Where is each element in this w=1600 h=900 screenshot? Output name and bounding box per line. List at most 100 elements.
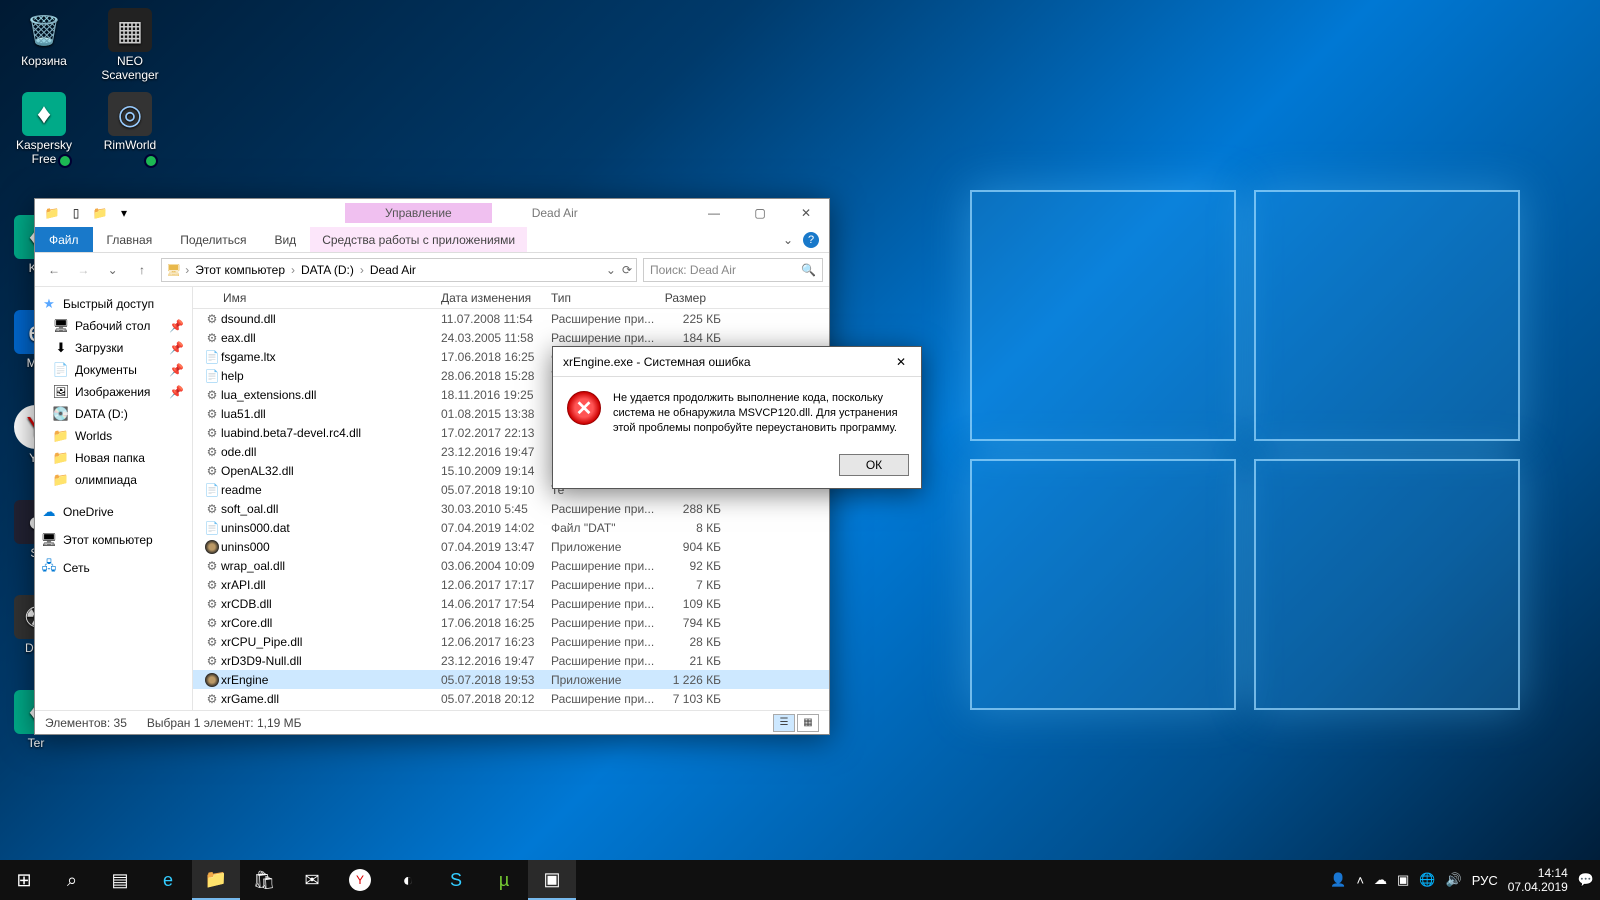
- app-taskbar-icon[interactable]: ▣: [528, 860, 576, 900]
- side-documents[interactable]: 📄Документы📌: [35, 359, 192, 381]
- col-type[interactable]: Тип: [541, 291, 649, 305]
- desktop-icon-kaspersky[interactable]: ♦Kaspersky Free: [8, 92, 80, 166]
- action-center-icon[interactable]: 💬: [1578, 872, 1594, 888]
- side-olymp[interactable]: 📁олимпиада: [35, 469, 192, 491]
- addr-drop-icon[interactable]: ⌄: [606, 263, 616, 277]
- nav-back-icon[interactable]: ←: [41, 257, 67, 283]
- desktop-icon-recycle[interactable]: 🗑️Корзина: [8, 8, 80, 82]
- side-worlds[interactable]: 📁Worlds: [35, 425, 192, 447]
- ribbon-share[interactable]: Поделиться: [166, 227, 260, 252]
- volume-icon[interactable]: 🔊: [1446, 872, 1462, 888]
- side-network[interactable]: 🖧Сеть: [35, 557, 192, 579]
- file-row[interactable]: ⚙xrAPI.dll12.06.2017 17:17Расширение при…: [193, 575, 829, 594]
- file-row[interactable]: ⚙eax.dll24.03.2005 11:58Расширение при..…: [193, 328, 829, 347]
- file-row[interactable]: ⚙dsound.dll11.07.2008 11:54Расширение пр…: [193, 309, 829, 328]
- crumb-drive[interactable]: DATA (D:): [299, 263, 356, 277]
- help-icon[interactable]: ?: [803, 232, 819, 248]
- search-button[interactable]: ⌕: [48, 860, 96, 900]
- crumb-folder[interactable]: Dead Air: [368, 263, 418, 277]
- refresh-icon[interactable]: ⟳: [622, 263, 632, 277]
- desktop-icon-rimworld[interactable]: ◎RimWorld: [94, 92, 166, 166]
- file-row[interactable]: xrEngine05.07.2018 19:53Приложение1 226 …: [193, 670, 829, 689]
- file-name: luabind.beta7-devel.rc4.dll: [221, 426, 441, 440]
- file-row[interactable]: ⚙xrGameSpy.dll18.06.2017 10:11Расширение…: [193, 708, 829, 710]
- column-headers[interactable]: Имя Дата изменения Тип Размер: [193, 287, 829, 309]
- ribbon-home[interactable]: Главная: [93, 227, 167, 252]
- mail-icon[interactable]: ✉: [288, 860, 336, 900]
- dialog-titlebar[interactable]: xrEngine.exe - Системная ошибка ✕: [553, 347, 921, 377]
- file-type: Файл "DAT": [551, 521, 659, 535]
- qat-props-icon[interactable]: ▯: [65, 202, 87, 224]
- file-row[interactable]: ⚙xrD3D9-Null.dll23.12.2016 19:47Расширен…: [193, 651, 829, 670]
- ribbon-expand-icon[interactable]: ⌄: [783, 233, 793, 247]
- store-icon[interactable]: 🛍: [240, 860, 288, 900]
- onedrive-tray-icon[interactable]: ☁: [1374, 872, 1387, 888]
- utorrent-icon[interactable]: µ: [480, 860, 528, 900]
- side-onedrive[interactable]: ☁OneDrive: [35, 501, 192, 523]
- col-size[interactable]: Размер: [649, 291, 717, 305]
- file-name: xrD3D9-Null.dll: [221, 654, 441, 668]
- file-row[interactable]: ⚙xrCPU_Pipe.dll12.06.2017 16:23Расширени…: [193, 632, 829, 651]
- address-bar[interactable]: 🖥 ›Этот компьютер ›DATA (D:) ›Dead Air ⌄…: [161, 258, 637, 282]
- file-date: 07.04.2019 14:02: [441, 521, 551, 535]
- dialog-title: xrEngine.exe - Системная ошибка: [563, 355, 751, 369]
- quick-access[interactable]: ★Быстрый доступ: [35, 293, 192, 315]
- qat-new-icon[interactable]: 📁: [89, 202, 111, 224]
- side-downloads[interactable]: ⬇Загрузки📌: [35, 337, 192, 359]
- file-row[interactable]: ⚙xrCDB.dll14.06.2017 17:54Расширение при…: [193, 594, 829, 613]
- ribbon-apptools[interactable]: Средства работы с приложениями: [310, 227, 527, 252]
- people-icon[interactable]: 👤: [1330, 872, 1346, 888]
- qat-dropdown-icon[interactable]: ▾: [113, 202, 135, 224]
- edge-icon[interactable]: e: [144, 860, 192, 900]
- tray-app-icon[interactable]: ▣: [1397, 872, 1409, 888]
- file-name: soft_oal.dll: [221, 502, 441, 516]
- file-row[interactable]: 📄unins000.dat07.04.2019 14:02Файл "DAT"8…: [193, 518, 829, 537]
- minimize-button[interactable]: —: [691, 199, 737, 227]
- tray-expand-icon[interactable]: ˄: [1356, 873, 1364, 888]
- nav-recent-icon[interactable]: ⌄: [100, 257, 126, 283]
- file-row[interactable]: ⚙xrGame.dll05.07.2018 20:12Расширение пр…: [193, 689, 829, 708]
- file-row[interactable]: unins00007.04.2019 13:47Приложение904 КБ: [193, 537, 829, 556]
- network-icon[interactable]: 🌐: [1419, 872, 1435, 888]
- steam-icon[interactable]: ◐: [384, 860, 432, 900]
- ribbon-view[interactable]: Вид: [260, 227, 310, 252]
- side-data-d[interactable]: 💽DATA (D:): [35, 403, 192, 425]
- taskview-button[interactable]: ▤: [96, 860, 144, 900]
- col-name[interactable]: Имя: [193, 291, 431, 305]
- start-button[interactable]: ⊞: [0, 860, 48, 900]
- file-size: 109 КБ: [659, 597, 721, 611]
- file-date: 14.06.2017 17:54: [441, 597, 551, 611]
- file-name: xrCDB.dll: [221, 597, 441, 611]
- ribbon-file[interactable]: Файл: [35, 227, 93, 252]
- nav-fwd-icon[interactable]: →: [70, 257, 96, 283]
- file-date: 30.03.2010 5:45: [441, 502, 551, 516]
- side-desktop[interactable]: 🖥Рабочий стол📌: [35, 315, 192, 337]
- desktop-icon-neo[interactable]: ▦NEO Scavenger: [94, 8, 166, 82]
- explorer-taskbar-icon[interactable]: 📁: [192, 860, 240, 900]
- skype-icon[interactable]: S: [432, 860, 480, 900]
- col-date[interactable]: Дата изменения: [431, 291, 541, 305]
- search-box[interactable]: Поиск: Dead Air🔍: [643, 258, 823, 282]
- view-large-icon[interactable]: ▦: [797, 714, 819, 732]
- crumb-pc[interactable]: Этот компьютер: [193, 263, 287, 277]
- side-newfold[interactable]: 📁Новая папка: [35, 447, 192, 469]
- file-date: 01.08.2015 13:38: [441, 407, 551, 421]
- side-thispc[interactable]: 🖥Этот компьютер: [35, 529, 192, 551]
- file-size: 184 КБ: [659, 331, 721, 345]
- yandex-icon[interactable]: Y: [336, 860, 384, 900]
- view-details-icon[interactable]: ☰: [773, 714, 795, 732]
- file-date: 23.12.2016 19:47: [441, 445, 551, 459]
- file-row[interactable]: ⚙wrap_oal.dll03.06.2004 10:09Расширение …: [193, 556, 829, 575]
- nav-up-icon[interactable]: ↑: [129, 257, 155, 283]
- titlebar[interactable]: 📁 ▯ 📁 ▾ Управление Dead Air — ▢ ✕: [35, 199, 829, 227]
- clock[interactable]: 14:1407.04.2019: [1508, 866, 1568, 895]
- file-row[interactable]: ⚙soft_oal.dll30.03.2010 5:45Расширение п…: [193, 499, 829, 518]
- lang-indicator[interactable]: РУС: [1472, 873, 1498, 888]
- maximize-button[interactable]: ▢: [737, 199, 783, 227]
- file-row[interactable]: ⚙xrCore.dll17.06.2018 16:25Расширение пр…: [193, 613, 829, 632]
- ok-button[interactable]: ОК: [839, 454, 909, 476]
- dialog-close-icon[interactable]: ✕: [881, 347, 921, 377]
- side-pictures[interactable]: 🖼Изображения📌: [35, 381, 192, 403]
- file-name: OpenAL32.dll: [221, 464, 441, 478]
- close-button[interactable]: ✕: [783, 199, 829, 227]
